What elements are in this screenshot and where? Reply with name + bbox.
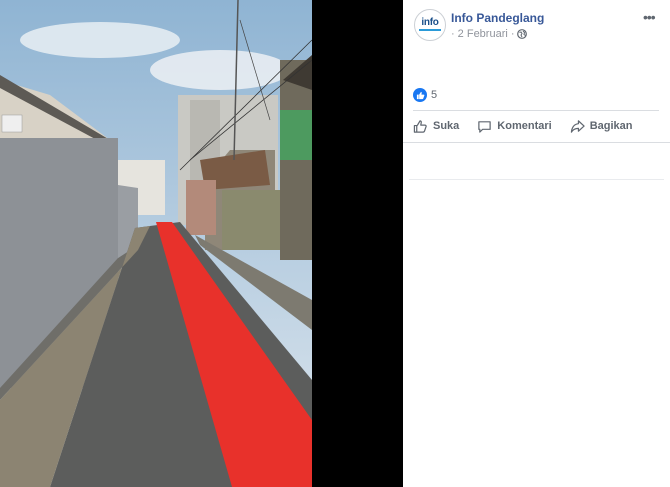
post-photo[interactable] <box>0 0 312 487</box>
like-button[interactable]: Suka <box>413 119 459 134</box>
post-date[interactable]: 2 Februari <box>458 28 508 40</box>
avatar-logo-text: info <box>421 17 439 28</box>
meta-separator-2: · <box>510 28 515 40</box>
post-meta: · 2 Februari · <box>451 28 528 40</box>
page-avatar[interactable]: info <box>414 9 446 41</box>
photo-background <box>312 0 403 487</box>
page-name-link[interactable]: Info Pandeglang <box>451 11 544 25</box>
post-sidebar: info Info Pandeglang · 2 Februari · ••• … <box>403 0 670 487</box>
meta-separator: · <box>451 28 455 40</box>
comment-bubble-icon <box>478 120 492 133</box>
reaction-summary[interactable]: 5 <box>413 88 437 102</box>
more-icon[interactable]: ••• <box>643 10 656 24</box>
action-bar: Suka Komentari Bagikan <box>413 115 659 137</box>
comment-button[interactable]: Komentari <box>477 119 552 134</box>
like-count: 5 <box>431 89 438 101</box>
avatar-logo-underline <box>419 29 441 31</box>
share-arrow-icon <box>570 119 585 133</box>
like-reaction-icon <box>413 88 427 102</box>
divider <box>403 142 670 143</box>
street-photo-image <box>0 0 312 487</box>
comment-button-label: Komentari <box>497 120 552 132</box>
divider <box>413 110 659 111</box>
comments-area <box>409 145 664 180</box>
thumbs-up-icon <box>413 119 427 133</box>
share-button[interactable]: Bagikan <box>570 119 633 134</box>
globe-icon[interactable] <box>517 29 528 39</box>
like-button-label: Suka <box>433 120 460 132</box>
share-button-label: Bagikan <box>589 120 633 132</box>
